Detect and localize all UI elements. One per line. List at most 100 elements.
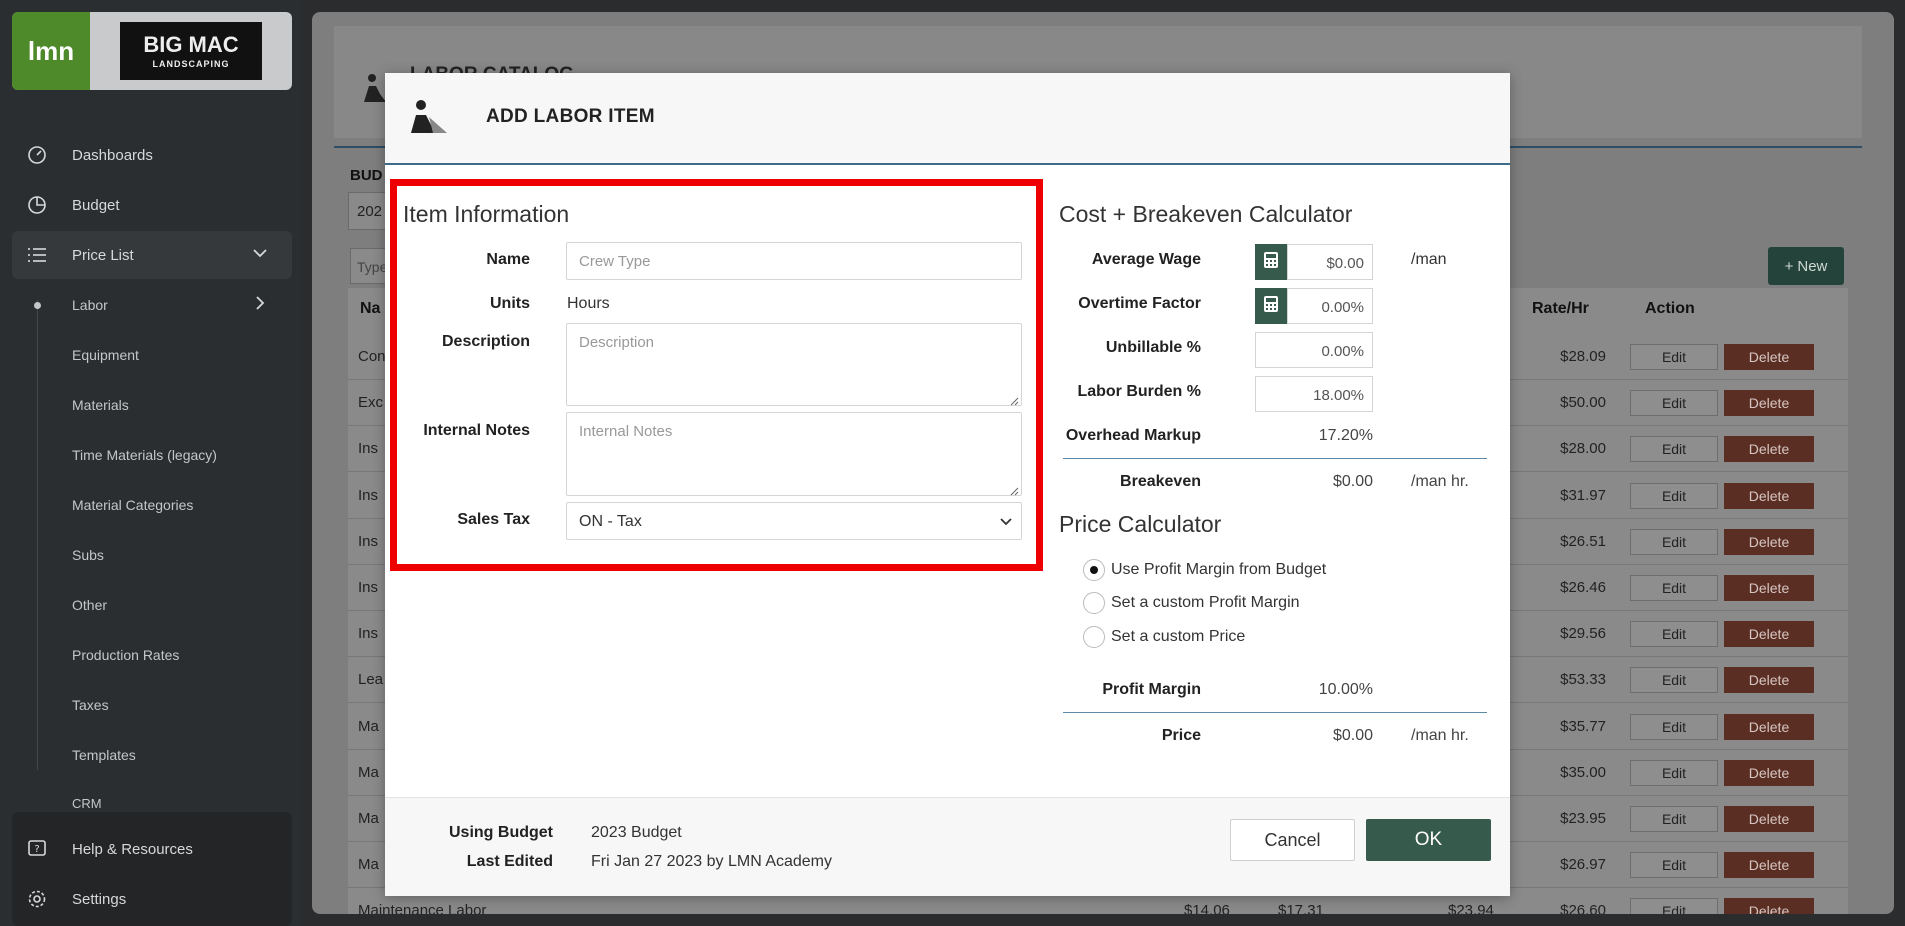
radio-label[interactable]: Use Profit Margin from Budget bbox=[1111, 561, 1326, 579]
delete-button[interactable]: Delete bbox=[1724, 713, 1814, 740]
overtime-factor-input[interactable]: 0.00% bbox=[1287, 288, 1373, 324]
row-name: Ins bbox=[358, 532, 379, 550]
edit-button[interactable]: Edit bbox=[1630, 621, 1718, 648]
delete-button[interactable]: Delete bbox=[1724, 806, 1814, 832]
row-rate: $26.97 bbox=[1560, 856, 1606, 874]
delete-button[interactable]: Delete bbox=[1724, 575, 1814, 601]
using-budget-label: Using Budget bbox=[449, 824, 553, 841]
delete-button[interactable]: Delete bbox=[1724, 759, 1814, 786]
edit-button[interactable]: Edit bbox=[1630, 667, 1718, 694]
using-budget-value: 2023 Budget bbox=[591, 824, 682, 841]
row-rate: $35.00 bbox=[1560, 763, 1606, 781]
edit-button[interactable]: Edit bbox=[1630, 436, 1718, 463]
delete-button[interactable]: Delete bbox=[1724, 482, 1814, 509]
row-rate: $26.60 bbox=[1560, 902, 1606, 914]
delete-button[interactable]: Delete bbox=[1724, 528, 1814, 555]
calculator-button[interactable] bbox=[1255, 244, 1287, 280]
radio-label[interactable]: Set a custom Price bbox=[1111, 628, 1245, 646]
delete-button[interactable]: Delete bbox=[1724, 621, 1814, 648]
average-wage-unit: /man bbox=[1411, 251, 1447, 268]
item-information-title: Item Information bbox=[403, 201, 570, 227]
delete-button[interactable]: Delete bbox=[1724, 436, 1814, 463]
sidebar-item-dashboards[interactable]: Dashboards bbox=[12, 131, 292, 179]
row-rate: $26.51 bbox=[1560, 532, 1606, 550]
price-unit: /man hr. bbox=[1411, 727, 1469, 744]
sidebar-item-crm[interactable]: CRM bbox=[72, 796, 102, 811]
row-rate: $23.95 bbox=[1560, 810, 1606, 827]
sidebar-item-settings[interactable]: Settings bbox=[12, 875, 292, 923]
delete-button[interactable]: Delete bbox=[1724, 852, 1814, 879]
ok-button[interactable]: OK bbox=[1366, 819, 1491, 861]
last-edited-value: Fri Jan 27 2023 by LMN Academy bbox=[591, 853, 833, 870]
edit-button[interactable]: Edit bbox=[1630, 344, 1718, 370]
edit-button[interactable]: Edit bbox=[1630, 575, 1718, 601]
edit-button[interactable]: Edit bbox=[1630, 390, 1718, 417]
active-dot bbox=[34, 302, 41, 309]
sidebar-item-help[interactable]: ? Help & Resources bbox=[12, 825, 292, 873]
sidebar-subitem-production-rates[interactable]: Production Rates bbox=[72, 647, 179, 663]
radio-label[interactable]: Set a custom Profit Margin bbox=[1111, 594, 1300, 612]
edit-button[interactable]: Edit bbox=[1630, 759, 1718, 786]
radio-custom-price[interactable] bbox=[1083, 626, 1105, 648]
sidebar-subitem-templates[interactable]: Templates bbox=[72, 747, 136, 763]
breakeven-unit: /man hr. bbox=[1411, 473, 1469, 490]
cancel-button[interactable]: Cancel bbox=[1230, 819, 1355, 861]
column-header-action: Action bbox=[1645, 300, 1695, 317]
sidebar-subitem-material-categories[interactable]: Material Categories bbox=[72, 497, 193, 513]
calculator-icon bbox=[1263, 295, 1279, 318]
sidebar-subitem-other[interactable]: Other bbox=[72, 597, 107, 613]
profit-margin-label: Profit Margin bbox=[1102, 681, 1201, 698]
delete-button[interactable]: Delete bbox=[1724, 667, 1814, 694]
edit-button[interactable]: Edit bbox=[1630, 806, 1718, 832]
row-cost: $14.06 bbox=[1184, 902, 1230, 914]
modal-header: ADD LABOR ITEM bbox=[385, 73, 1510, 165]
sidebar-subitem-materials[interactable]: Materials bbox=[72, 397, 129, 413]
unbillable-input[interactable]: 0.00% bbox=[1255, 332, 1373, 368]
sidebar-item-label: Help & Resources bbox=[72, 840, 193, 858]
delete-button[interactable]: Delete bbox=[1724, 898, 1814, 914]
sales-tax-select[interactable]: ON - Tax bbox=[566, 502, 1022, 540]
average-wage-input[interactable]: $0.00 bbox=[1287, 244, 1373, 280]
add-labor-item-modal: ADD LABOR ITEM Item Information Name Cre… bbox=[385, 73, 1510, 896]
sidebar-item-budget[interactable]: Budget bbox=[12, 181, 292, 229]
name-label: Name bbox=[486, 251, 530, 268]
sidebar-item-price-list[interactable]: Price List bbox=[12, 231, 292, 279]
row-name: Ma bbox=[358, 856, 379, 874]
logo-area: lmn BIG MAC LANDSCAPING bbox=[12, 12, 292, 90]
gear-icon bbox=[26, 888, 48, 910]
edit-button[interactable]: Edit bbox=[1630, 482, 1718, 509]
delete-button[interactable]: Delete bbox=[1724, 344, 1814, 370]
sidebar-subitem-time-materials[interactable]: Time Materials (legacy) bbox=[72, 447, 217, 463]
edit-button[interactable]: Edit bbox=[1630, 852, 1718, 879]
sidebar-subitem-equipment[interactable]: Equipment bbox=[72, 347, 139, 363]
sidebar-subitem-subs[interactable]: Subs bbox=[72, 547, 104, 563]
internal-notes-textarea[interactable]: Internal Notes bbox=[566, 412, 1022, 496]
units-label: Units bbox=[490, 295, 530, 312]
name-input[interactable]: Crew Type bbox=[566, 242, 1022, 280]
calculator-button[interactable] bbox=[1255, 288, 1287, 324]
labor-burden-input[interactable]: 18.00% bbox=[1255, 376, 1373, 412]
description-textarea[interactable]: Description bbox=[566, 323, 1022, 406]
resize-grip-icon[interactable] bbox=[1009, 393, 1019, 406]
edit-button[interactable]: Edit bbox=[1630, 713, 1718, 740]
radio-profit-margin-budget[interactable] bbox=[1083, 559, 1105, 581]
delete-button[interactable]: Delete bbox=[1724, 390, 1814, 417]
lmn-logo[interactable]: lmn bbox=[12, 12, 90, 90]
column-header-rate[interactable]: Rate/Hr bbox=[1532, 300, 1589, 318]
column-header-name[interactable]: Na bbox=[360, 300, 380, 318]
radio-custom-profit-margin[interactable] bbox=[1083, 592, 1105, 614]
company-logo: BIG MAC LANDSCAPING bbox=[120, 22, 262, 80]
sidebar-subitem-labor[interactable]: Labor bbox=[72, 297, 108, 313]
edit-button[interactable]: Edit bbox=[1630, 898, 1718, 914]
resize-grip-icon[interactable] bbox=[1009, 483, 1019, 496]
row-name: Ins bbox=[358, 579, 379, 596]
row-rate: $31.97 bbox=[1560, 486, 1606, 504]
sidebar-item-label: Budget bbox=[72, 196, 120, 214]
new-button[interactable]: + New bbox=[1768, 247, 1844, 285]
pie-chart-icon bbox=[26, 194, 48, 216]
row-rate: $35.77 bbox=[1560, 717, 1606, 735]
last-edited-label: Last Edited bbox=[466, 853, 553, 870]
sidebar-subitem-taxes[interactable]: Taxes bbox=[72, 697, 109, 713]
breakeven-label: Breakeven bbox=[1120, 473, 1201, 490]
edit-button[interactable]: Edit bbox=[1630, 528, 1718, 555]
